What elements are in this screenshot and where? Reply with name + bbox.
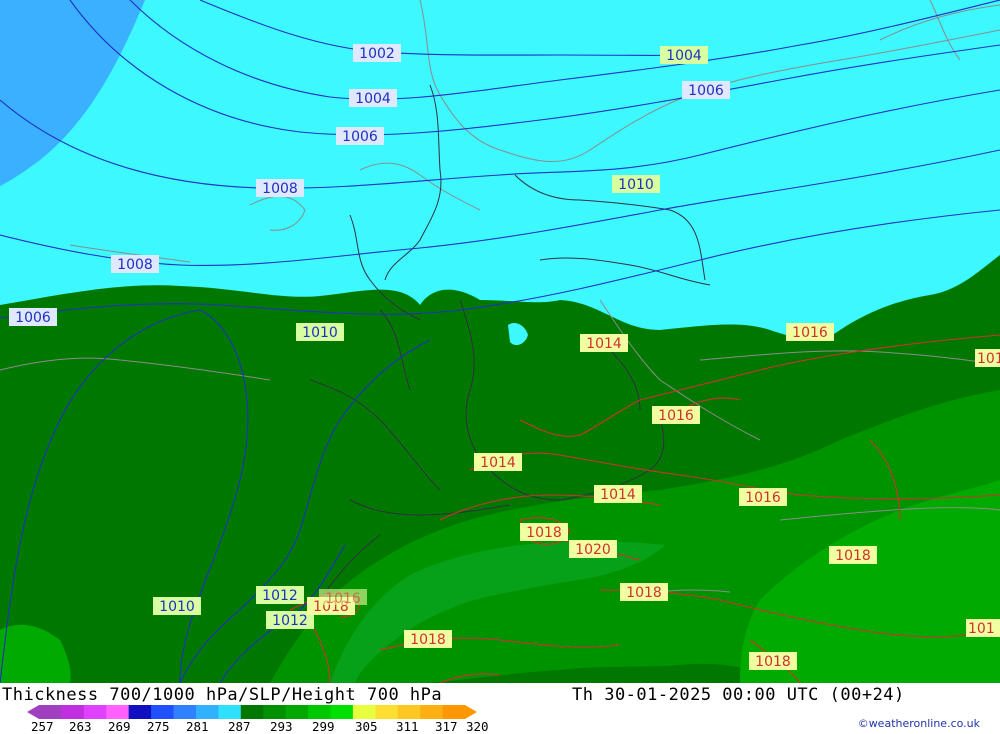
legend-swatch	[128, 705, 152, 719]
legend-swatch	[195, 705, 219, 719]
isobar-label: 1002	[353, 44, 401, 62]
svg-text:1006: 1006	[688, 83, 724, 99]
svg-text:1020: 1020	[575, 542, 611, 558]
legend-swatch	[442, 705, 466, 719]
svg-text:1014: 1014	[586, 336, 622, 352]
legend-swatch	[106, 705, 130, 719]
legend-swatch	[375, 705, 399, 719]
svg-text:1002: 1002	[359, 46, 395, 62]
legend-swatches	[39, 705, 466, 719]
svg-text:1010: 1010	[302, 325, 338, 341]
isobar-label: 1006	[9, 308, 57, 326]
legend-swatch	[263, 705, 287, 719]
isobar-label: 1018	[404, 630, 452, 648]
svg-text:1018: 1018	[835, 548, 871, 564]
legend-swatch	[61, 705, 85, 719]
legend-tick: 257	[31, 719, 54, 734]
isobar-label: 1014	[580, 334, 628, 352]
isobar-label: 1016	[786, 323, 834, 341]
svg-text:1006: 1006	[342, 129, 378, 145]
isobar-label: 1004	[660, 46, 708, 64]
legend-tick: 263	[69, 719, 92, 734]
legend-arrow-right	[465, 705, 477, 719]
svg-text:1014: 1014	[600, 487, 636, 503]
isobar-label: 1016	[319, 589, 367, 607]
svg-text:1008: 1008	[262, 181, 298, 197]
isobar-label: 1018	[749, 652, 797, 670]
isobar-label: 1006	[682, 81, 730, 99]
svg-text:1004: 1004	[355, 91, 391, 107]
legend-tick: 305	[355, 719, 378, 734]
legend-swatch	[420, 705, 444, 719]
isobar-label: 101	[975, 349, 1000, 367]
legend-tick: 287	[228, 719, 251, 734]
svg-text:1016: 1016	[325, 591, 361, 607]
svg-text:1016: 1016	[792, 325, 828, 341]
legend-swatch	[308, 705, 331, 719]
svg-text:101: 101	[977, 351, 1000, 367]
legend-tick: 281	[186, 719, 209, 734]
isobar-label: 1004	[349, 89, 397, 107]
isobar-label: 1010	[153, 597, 201, 615]
credit-link[interactable]: ©weatheronline.co.uk	[858, 717, 980, 730]
isobar-label: 1012	[256, 586, 304, 604]
svg-text:1010: 1010	[159, 599, 195, 615]
isobar-label: 1006	[336, 127, 384, 145]
map-footer: Thickness 700/1000 hPa/SLP/Height 700 hP…	[0, 683, 1000, 734]
isobar-label: 101	[966, 619, 1000, 637]
isobar-label: 1018	[829, 546, 877, 564]
legend-swatch	[218, 705, 242, 719]
legend-swatch	[83, 705, 107, 719]
isobar-label: 1014	[594, 485, 642, 503]
isobar-label: 1016	[739, 488, 787, 506]
isobar-label: 1008	[111, 255, 159, 273]
weather-map: 1002 1004 1004 1006 1006 1008 1008 1006 …	[0, 0, 1000, 683]
isobar-label: 1010	[612, 175, 660, 193]
svg-text:1018: 1018	[410, 632, 446, 648]
color-scale-bar	[27, 705, 477, 719]
legend-tick: 311	[396, 719, 419, 734]
isobar-label: 1018	[520, 523, 568, 541]
svg-text:1004: 1004	[666, 48, 702, 64]
legend-tick: 299	[312, 719, 335, 734]
legend-tick: 317	[435, 719, 458, 734]
isobar-label: 1014	[474, 453, 522, 471]
legend-swatch	[240, 705, 264, 719]
legend-swatch	[39, 705, 62, 719]
legend-swatch	[352, 705, 376, 719]
svg-text:1010: 1010	[618, 177, 654, 193]
svg-text:1014: 1014	[480, 455, 516, 471]
valid-time: Th 30-01-2025 00:00 UTC (00+24)	[572, 685, 905, 705]
legend-tick: 269	[108, 719, 131, 734]
legend-swatch	[330, 705, 354, 719]
svg-text:1008: 1008	[117, 257, 153, 273]
map-title: Thickness 700/1000 hPa/SLP/Height 700 hP…	[2, 685, 443, 705]
isobar-label: 1016	[652, 406, 700, 424]
svg-text:1016: 1016	[745, 490, 781, 506]
legend-tick: 320	[466, 719, 489, 734]
legend-arrow-left	[27, 705, 39, 719]
legend-swatch	[173, 705, 197, 719]
svg-text:1016: 1016	[658, 408, 694, 424]
svg-text:1018: 1018	[526, 525, 562, 541]
isobar-label: 1020	[569, 540, 617, 558]
legend-tick: 293	[270, 719, 293, 734]
svg-text:1006: 1006	[15, 310, 51, 326]
legend-tick-labels: 257 263 269 275 281 287 293 299 305 311 …	[0, 719, 520, 734]
svg-text:101: 101	[968, 621, 995, 637]
isobar-label: 1008	[256, 179, 304, 197]
legend-swatch	[151, 705, 175, 719]
svg-text:1018: 1018	[626, 585, 662, 601]
legend-tick: 275	[147, 719, 170, 734]
isobar-label: 1010	[296, 323, 344, 341]
legend-swatch	[397, 705, 421, 719]
svg-text:1018: 1018	[755, 654, 791, 670]
isobar-label: 1012	[266, 611, 314, 629]
legend-swatch	[285, 705, 309, 719]
isobar-label: 1018	[620, 583, 668, 601]
svg-text:1012: 1012	[272, 613, 308, 629]
svg-text:1012: 1012	[262, 588, 298, 604]
